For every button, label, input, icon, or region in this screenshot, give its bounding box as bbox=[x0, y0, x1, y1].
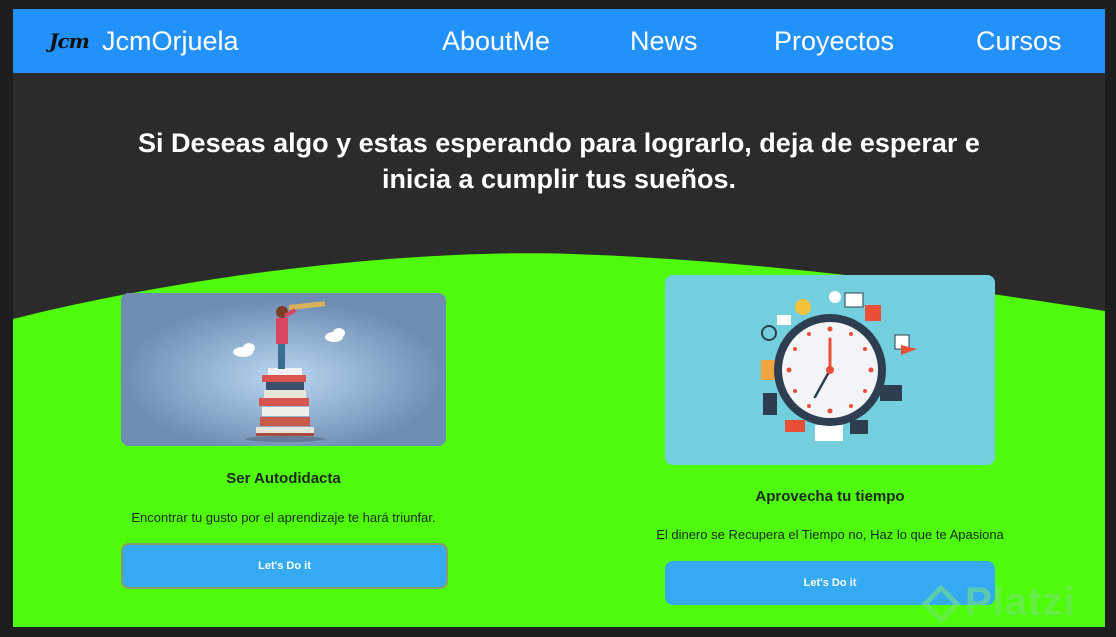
platzi-watermark: Platzi bbox=[965, 580, 1076, 624]
page-frame: Jcm JcmOrjuela AboutMe News Proyectos Cu… bbox=[13, 9, 1105, 627]
hero-headline: Si Deseas algo y estas esperando para lo… bbox=[138, 128, 980, 194]
nav-link-proyectos[interactable]: Proyectos bbox=[774, 23, 894, 59]
logo[interactable]: Jcm bbox=[49, 27, 97, 55]
navbar: Jcm JcmOrjuela AboutMe News Proyectos Cu… bbox=[13, 9, 1105, 73]
card-description-autodidacta: Encontrar tu gusto por el aprendizaje te… bbox=[131, 510, 436, 525]
card-description-tiempo: El dinero se Recupera el Tiempo no, Haz … bbox=[656, 527, 1004, 542]
lets-do-it-button-1[interactable]: Let's Do it bbox=[121, 543, 448, 589]
brand-name[interactable]: JcmOrjuela bbox=[102, 23, 239, 59]
nav-link-aboutme[interactable]: AboutMe bbox=[442, 23, 550, 59]
autodidact-illustration bbox=[121, 293, 446, 446]
nav-link-cursos[interactable]: Cursos bbox=[976, 23, 1062, 59]
platzi-logo-icon bbox=[921, 585, 961, 624]
card-title-tiempo: Aprovecha tu tiempo bbox=[755, 488, 905, 505]
time-clock-illustration bbox=[665, 275, 995, 465]
card-title-autodidacta: Ser Autodidacta bbox=[226, 470, 341, 487]
nav-link-news[interactable]: News bbox=[630, 23, 698, 59]
